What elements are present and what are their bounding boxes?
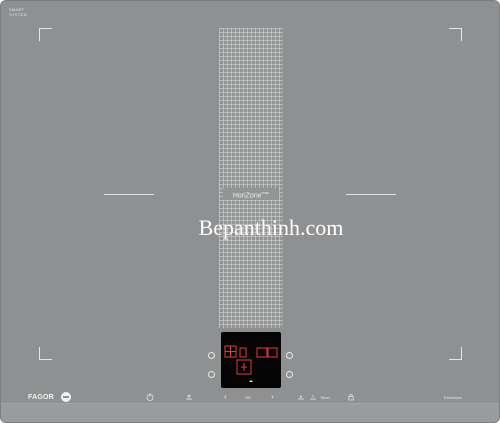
left-upper-touch-ring[interactable] bbox=[208, 352, 215, 359]
watermark-text: Bepanthinh.com bbox=[198, 215, 344, 240]
right-arrow-button[interactable]: › bbox=[271, 393, 274, 401]
extraction-label[interactable]: Extraction bbox=[444, 395, 462, 400]
brand-tagline: SMART SYSTEM bbox=[9, 7, 28, 17]
level-up-button[interactable] bbox=[297, 393, 305, 404]
power-button[interactable] bbox=[146, 393, 154, 404]
left-arrow-button[interactable]: ‹ bbox=[224, 393, 227, 401]
left-lower-touch-ring[interactable] bbox=[208, 371, 215, 378]
boost-button[interactable] bbox=[185, 393, 193, 404]
power-icon bbox=[146, 393, 154, 401]
right-zone-divider bbox=[346, 194, 396, 195]
horizone-grid-area bbox=[219, 28, 283, 328]
display-home-icon bbox=[249, 380, 253, 382]
brand-logo-text: FAGOR bbox=[28, 394, 54, 401]
horizone-label-text: HoriZone bbox=[232, 192, 262, 200]
level-down-button[interactable] bbox=[309, 393, 317, 404]
zone-indicator-5-mark bbox=[241, 363, 247, 371]
level-up-icon bbox=[298, 395, 304, 400]
level-down-icon bbox=[310, 395, 316, 400]
cooking-zone-marker-top-left bbox=[39, 28, 52, 41]
left-zone-divider bbox=[104, 194, 154, 195]
horizone-label-sup: max bbox=[261, 190, 270, 195]
cooking-zone-marker-top-right bbox=[449, 28, 462, 41]
horizone-label: HoriZonemax bbox=[223, 188, 279, 201]
zone-indicator-4 bbox=[267, 347, 278, 358]
right-lower-touch-ring[interactable] bbox=[286, 371, 293, 378]
display-zone-indicators bbox=[224, 345, 278, 382]
induction-hob: SMART SYSTEM HoriZonemax Bepanthinh.com bbox=[0, 0, 500, 423]
bottom-strip bbox=[1, 403, 499, 422]
lock-icon bbox=[348, 394, 354, 401]
control-display[interactable] bbox=[221, 332, 281, 388]
zone-indicator-3 bbox=[256, 347, 268, 358]
zone-indicator-2 bbox=[239, 347, 247, 358]
boost-icon bbox=[186, 394, 192, 400]
right-upper-touch-ring[interactable] bbox=[286, 352, 293, 359]
cooking-zone-marker-bottom-left bbox=[39, 347, 52, 360]
brand-logo-icon bbox=[61, 392, 71, 402]
timer-label[interactable]: Timer bbox=[320, 395, 330, 400]
lock-button[interactable] bbox=[347, 393, 355, 404]
cooking-zone-marker-bottom-right bbox=[449, 347, 462, 360]
ok-button[interactable]: OK bbox=[245, 395, 251, 400]
